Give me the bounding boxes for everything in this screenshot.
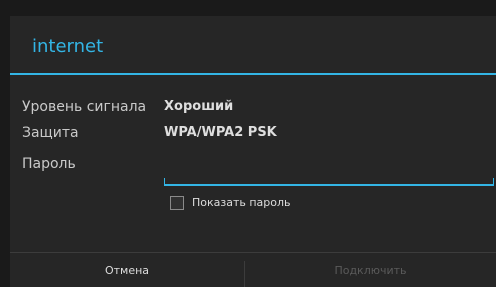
wifi-network-dialog: internet Уровень сигнала Хороший Защита … xyxy=(10,16,496,287)
password-label: Пароль xyxy=(22,156,76,172)
cancel-button[interactable]: Отмена xyxy=(10,253,244,287)
title-divider xyxy=(10,73,496,75)
show-password-toggle[interactable]: Показать пароль xyxy=(170,194,291,212)
password-field[interactable] xyxy=(164,158,494,180)
signal-strength-value: Хороший xyxy=(164,99,234,114)
dialog-title: internet xyxy=(32,36,104,57)
show-password-checkbox[interactable] xyxy=(170,196,184,210)
security-value: WPA/WPA2 PSK xyxy=(164,125,277,140)
show-password-label: Показать пароль xyxy=(192,196,291,209)
dialog-title-bar: internet xyxy=(10,16,496,73)
signal-strength-label: Уровень сигнала xyxy=(22,99,147,115)
connect-button: Подключить xyxy=(245,253,496,287)
password-field-underline xyxy=(164,178,494,186)
security-label: Защита xyxy=(22,125,79,141)
